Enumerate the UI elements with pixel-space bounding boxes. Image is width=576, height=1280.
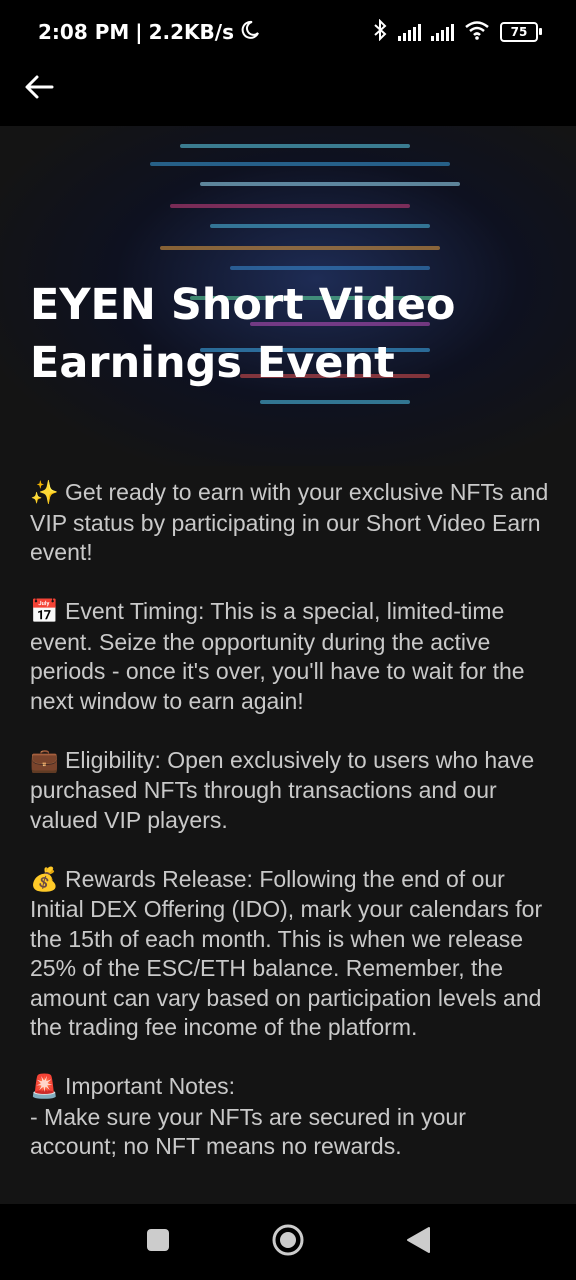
paragraph: 💰 Rewards Release: Following the end of …: [30, 865, 550, 1043]
paragraph-text: Important Notes:: [65, 1073, 236, 1099]
arrow-left-icon: [24, 74, 54, 104]
home-circle-icon: [271, 1223, 305, 1261]
status-left: 2:08 PM | 2.2KB/s: [38, 20, 260, 45]
paragraph: ✨ Get ready to earn with your exclusive …: [30, 478, 550, 568]
money-bag-icon: 💰: [30, 866, 59, 893]
battery-icon: 75: [500, 22, 542, 42]
article-body: ✨ Get ready to earn with your exclusive …: [30, 478, 550, 1191]
status-time: 2:08 PM: [38, 20, 130, 44]
paragraph: 💼 Eligibility: Open exclusively to users…: [30, 746, 550, 836]
siren-icon: 🚨: [30, 1074, 59, 1100]
wifi-icon: [464, 20, 490, 45]
section-eligibility: 💼 Eligibility: Open exclusively to users…: [30, 746, 550, 836]
paragraph-text: Event Timing: This is a special, limited…: [30, 598, 525, 714]
status-bar: 2:08 PM | 2.2KB/s 75: [0, 0, 576, 64]
paragraph: 🚨 Important Notes:: [30, 1072, 550, 1103]
bluetooth-icon: [372, 18, 388, 46]
section-notes: 🚨 Important Notes: - Make sure your NFTs…: [30, 1072, 550, 1162]
briefcase-icon: 💼: [30, 747, 59, 774]
section-timing: 📅 Event Timing: This is a special, limit…: [30, 597, 550, 716]
navigation-bar: [0, 1204, 576, 1280]
sparkles-icon: ✨: [30, 480, 59, 506]
paragraph-text: Rewards Release: Following the end of ou…: [30, 865, 543, 1041]
status-right: 75: [372, 18, 542, 46]
page-title: EYEN Short Video Earnings Event: [30, 280, 456, 388]
app-bar: [0, 64, 576, 126]
hero-banner: EYEN Short Video Earnings Event: [0, 126, 576, 466]
battery-level: 75: [510, 25, 528, 39]
recents-square-icon: [146, 1228, 170, 1256]
signal-icon: [398, 23, 421, 41]
back-button[interactable]: [22, 72, 56, 106]
paragraph-text: Get ready to earn with your exclusive NF…: [30, 479, 549, 565]
calendar-icon: 📅: [30, 599, 59, 625]
section-intro: ✨ Get ready to earn with your exclusive …: [30, 478, 550, 568]
paragraph-text: - Make sure your NFTs are secured in you…: [30, 1103, 466, 1160]
paragraph: 📅 Event Timing: This is a special, limit…: [30, 597, 550, 716]
article-content[interactable]: EYEN Short Video Earnings Event ✨ Get re…: [0, 126, 576, 1204]
paragraph-text: Eligibility: Open exclusively to users w…: [30, 746, 535, 833]
signal-icon: [431, 23, 454, 41]
paragraph: - Make sure your NFTs are secured in you…: [30, 1103, 550, 1162]
status-speed: 2.2KB/s: [148, 20, 234, 44]
back-triangle-icon: [405, 1226, 431, 1258]
status-separator: |: [135, 20, 143, 44]
moon-icon: [240, 20, 260, 45]
home-button[interactable]: [268, 1222, 308, 1262]
section-rewards: 💰 Rewards Release: Following the end of …: [30, 865, 550, 1043]
recents-button[interactable]: [138, 1222, 178, 1262]
system-back-button[interactable]: [398, 1222, 438, 1262]
